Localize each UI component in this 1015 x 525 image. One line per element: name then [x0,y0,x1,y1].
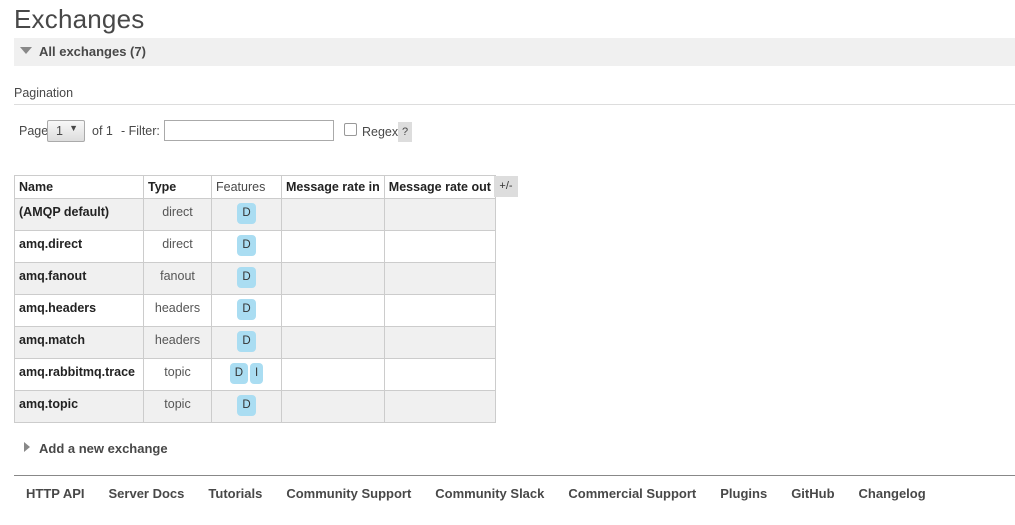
exchange-type: direct [143,230,212,263]
exchange-features: D [211,294,282,327]
footer-link[interactable]: Server Docs [109,486,185,501]
footer-link[interactable]: Tutorials [208,486,262,501]
feature-badge: D [237,331,256,352]
table-row: (AMQP default) direct D [14,198,496,231]
all-exchanges-section-toggle[interactable]: All exchanges (7) [14,38,1015,66]
message-rate-out [383,198,496,231]
exchange-name-link[interactable]: amq.rabbitmq.trace [14,358,144,391]
message-rate-in [281,294,385,327]
feature-badge: I [250,363,264,384]
triangle-right-icon [24,442,30,452]
message-rate-in [281,326,385,359]
filter-input[interactable] [164,120,334,141]
footer-link[interactable]: Community Slack [435,486,544,501]
pagination-title: Pagination [14,86,74,100]
exchange-features: D [211,230,282,263]
message-rate-out [383,358,496,391]
page-title: Exchanges [14,4,145,34]
feature-badge: D [237,299,256,320]
feature-badge: D [229,363,249,384]
exchange-type: headers [143,294,212,327]
exchange-features: D [211,390,282,423]
chevron-down-icon: ▼ [69,123,78,133]
section-label: All exchanges (7) [39,44,146,59]
message-rate-out [383,326,496,359]
column-header-features: Features [211,175,282,199]
filter-label: - Filter: [121,124,160,138]
footer-link[interactable]: HTTP API [26,486,85,501]
message-rate-in [281,390,385,423]
feature-badge: D [237,203,256,224]
page-select[interactable]: 1 ▼ [47,120,85,142]
table-row: amq.rabbitmq.trace topic D I [14,358,496,391]
table-row: amq.topic topic D [14,390,496,423]
add-exchange-label: Add a new exchange [39,441,168,456]
message-rate-in [281,198,385,231]
exchange-type: topic [143,358,212,391]
message-rate-out [383,230,496,263]
regex-label: Regex [362,125,399,139]
message-rate-in [281,262,385,295]
exchange-name-link[interactable]: amq.fanout [14,262,144,295]
footer-link[interactable]: Community Support [286,486,411,501]
exchange-features: DI [211,358,282,391]
message-rate-out [383,390,496,423]
footer-link[interactable]: Plugins [720,486,767,501]
exchange-type: topic [143,390,212,423]
exchange-type: headers [143,326,212,359]
feature-badge: D [237,235,256,256]
footer-divider [14,475,1015,476]
column-header-name[interactable]: Name [14,175,144,199]
table-row: amq.headers headers D [14,294,496,327]
message-rate-in [281,230,385,263]
exchange-features: D [211,262,282,295]
message-rate-out [383,262,496,295]
feature-badge: D [237,267,256,288]
table-row: amq.direct direct D [14,230,496,263]
footer-link[interactable]: GitHub [791,486,834,501]
regex-checkbox[interactable] [344,123,357,136]
exchange-name-link[interactable]: amq.topic [14,390,144,423]
exchange-name-link[interactable]: amq.headers [14,294,144,327]
exchange-features: D [211,198,282,231]
footer-link[interactable]: Commercial Support [568,486,696,501]
triangle-down-icon [20,47,32,54]
page-of-label: of 1 [92,124,113,138]
table-row: amq.match headers D [14,326,496,359]
columns-toggle-button[interactable]: +/- [494,176,518,197]
footer-links: HTTP API Server Docs Tutorials Community Su… [26,486,950,501]
exchange-name-link[interactable]: amq.match [14,326,144,359]
table-row: amq.fanout fanout D [14,262,496,295]
exchanges-table: Name Type Features Message rate in Messa… [14,175,496,423]
column-header-rate-out[interactable]: Message rate out [383,175,496,199]
message-rate-out [383,294,496,327]
exchange-name-link[interactable]: amq.direct [14,230,144,263]
exchange-type: fanout [143,262,212,295]
pagination-divider [14,104,1015,105]
exchange-name-link[interactable]: (AMQP default) [14,198,144,231]
feature-badge: D [237,395,256,416]
page-select-value: 1 [56,124,63,138]
regex-help-button[interactable]: ? [398,122,412,142]
column-header-rate-in[interactable]: Message rate in [281,175,385,199]
exchange-type: direct [143,198,212,231]
column-header-type[interactable]: Type [143,175,212,199]
page-label: Page [19,124,49,138]
message-rate-in [281,358,385,391]
footer-link[interactable]: Changelog [859,486,926,501]
exchange-features: D [211,326,282,359]
